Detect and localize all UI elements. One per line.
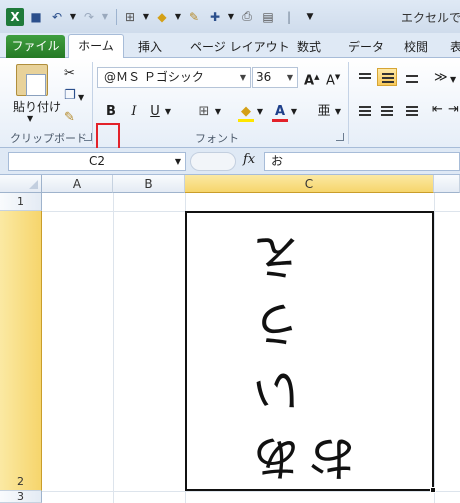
redo-icon[interactable]: ↷ bbox=[80, 8, 98, 26]
align-right-button[interactable] bbox=[402, 102, 422, 120]
align-middle-button[interactable] bbox=[377, 68, 397, 86]
row-header-3[interactable]: 3 bbox=[0, 491, 42, 503]
toolbar-separator bbox=[116, 8, 117, 25]
bold-button[interactable]: B bbox=[104, 102, 118, 122]
insert-icon[interactable]: ✚ bbox=[206, 8, 224, 26]
qat-separator-text: | bbox=[286, 9, 292, 24]
tab-insert[interactable]: 挿入 bbox=[138, 36, 162, 58]
row-header-2[interactable]: 2 bbox=[0, 211, 42, 491]
align-bottom-button[interactable] bbox=[402, 69, 422, 87]
font-name-value: @ＭＳ Ｐゴシック bbox=[104, 70, 204, 84]
formula-bar: C2 ▼ fx お bbox=[0, 148, 460, 175]
worksheet-grid[interactable]: A B C 1 2 3 あいうえお bbox=[0, 175, 460, 503]
align-left-button[interactable] bbox=[355, 102, 375, 120]
quick-print-icon[interactable]: ▤ bbox=[259, 8, 277, 26]
gridline bbox=[113, 193, 114, 503]
name-box-value: C2 bbox=[88, 154, 105, 168]
excel-logo-icon: X bbox=[6, 7, 24, 26]
name-box-dropdown-icon[interactable]: ▼ bbox=[175, 153, 181, 170]
font-launcher-icon[interactable] bbox=[336, 133, 344, 141]
redo-dropdown-icon[interactable]: ▼ bbox=[101, 8, 109, 26]
font-size-dropdown-icon[interactable]: ▼ bbox=[287, 68, 293, 87]
format-painter-icon[interactable]: ✎ bbox=[185, 8, 203, 26]
tab-view[interactable]: 表 bbox=[450, 36, 460, 58]
insert-function-icon[interactable]: fx bbox=[243, 152, 255, 167]
column-header-c[interactable]: C bbox=[185, 175, 434, 193]
undo-dropdown-icon[interactable]: ▼ bbox=[69, 8, 77, 26]
font-name-combobox[interactable]: @ＭＳ Ｐゴシック ▼ bbox=[97, 67, 251, 88]
underline-dropdown-icon[interactable]: ▼ bbox=[163, 102, 173, 122]
clipboard-launcher-icon[interactable] bbox=[84, 133, 92, 141]
window-title: エクセルで18 bbox=[401, 11, 460, 25]
fill-color-icon[interactable]: ◆ bbox=[153, 8, 171, 26]
tab-data[interactable]: データ bbox=[348, 36, 384, 58]
format-painter-icon[interactable]: ✎ bbox=[64, 110, 75, 126]
row-header-1[interactable]: 1 bbox=[0, 193, 42, 211]
align-top-button[interactable] bbox=[355, 69, 375, 87]
column-header-b[interactable]: B bbox=[113, 175, 185, 193]
quick-access-toolbar: X ■ ↶ ▼ ↷ ▼ ⊞ ▼ ◆ ▼ ✎ ✚ ▼ ⎙ ▤ | ▼ エクセルで1… bbox=[0, 0, 460, 33]
undo-icon[interactable]: ↶ bbox=[48, 8, 66, 26]
font-color-dropdown-icon[interactable]: ▼ bbox=[289, 102, 299, 122]
column-header-a[interactable]: A bbox=[42, 175, 113, 193]
font-size-value: 36 bbox=[256, 70, 272, 84]
paste-icon[interactable] bbox=[16, 64, 48, 96]
font-size-combobox[interactable]: 36 ▼ bbox=[252, 67, 298, 88]
orientation-icon[interactable]: ≫ bbox=[434, 70, 448, 86]
copy-icon[interactable]: ❐ bbox=[64, 88, 76, 104]
fill-color-dropdown-icon[interactable]: ▼ bbox=[174, 8, 182, 26]
paste-dropdown-icon[interactable]: ▼ bbox=[27, 114, 33, 123]
italic-button[interactable]: I bbox=[127, 102, 141, 122]
copy-dropdown-icon[interactable]: ▼ bbox=[78, 90, 84, 106]
align-center-button[interactable] bbox=[377, 102, 397, 120]
gridline bbox=[42, 491, 460, 492]
cell-c2-text: あいうえお bbox=[253, 215, 366, 483]
formula-bar-divider[interactable] bbox=[190, 152, 236, 171]
fill-color-dropdown-icon[interactable]: ▼ bbox=[255, 102, 265, 122]
tab-home[interactable]: ホーム bbox=[68, 34, 124, 59]
orientation-dropdown-icon[interactable]: ▼ bbox=[450, 72, 456, 88]
fill-color-icon[interactable]: ◆ bbox=[238, 102, 254, 122]
column-header-d[interactable] bbox=[434, 175, 460, 193]
shrink-font-icon[interactable]: A▼ bbox=[326, 69, 340, 89]
name-box[interactable]: C2 ▼ bbox=[8, 152, 186, 171]
fill-handle[interactable] bbox=[430, 487, 436, 493]
print-preview-icon[interactable]: ⎙ bbox=[238, 8, 256, 26]
tab-review[interactable]: 校閲 bbox=[404, 36, 428, 58]
group-separator bbox=[348, 62, 349, 144]
select-all-corner[interactable] bbox=[0, 175, 42, 193]
phonetic-dropdown-icon[interactable]: ▼ bbox=[333, 102, 343, 122]
font-group-label: フォント bbox=[195, 132, 239, 145]
borders-dropdown-icon[interactable]: ▼ bbox=[142, 8, 150, 26]
increase-indent-icon[interactable]: ⇥ bbox=[448, 102, 459, 118]
clipboard-group-label: クリップボード bbox=[10, 132, 87, 145]
selected-cell-c2[interactable]: あいうえお bbox=[185, 211, 434, 491]
insert-dropdown-icon[interactable]: ▼ bbox=[227, 8, 235, 26]
font-color-icon[interactable]: A bbox=[272, 102, 288, 122]
paste-button-label[interactable]: 貼り付け bbox=[13, 98, 61, 115]
ribbon-home: 貼り付け ▼ ✂ ❐ ▼ ✎ クリップボード @ＭＳ Ｐゴシック ▼ 36 ▼ … bbox=[0, 58, 460, 153]
tab-file[interactable]: ファイル bbox=[6, 35, 65, 58]
tab-page-layout[interactable]: ページ レイアウト bbox=[190, 36, 290, 58]
gridline bbox=[434, 193, 435, 503]
grow-font-icon[interactable]: A▲ bbox=[304, 69, 319, 89]
font-name-dropdown-icon[interactable]: ▼ bbox=[240, 68, 246, 87]
borders-dropdown-icon[interactable]: ▼ bbox=[213, 102, 223, 122]
underline-button[interactable]: U bbox=[148, 102, 162, 122]
save-icon[interactable]: ■ bbox=[27, 8, 45, 26]
group-separator bbox=[92, 62, 93, 144]
tab-formulas[interactable]: 数式 bbox=[297, 36, 321, 58]
decrease-indent-icon[interactable]: ⇤ bbox=[432, 102, 443, 118]
customize-qat-icon[interactable]: ▼ bbox=[301, 8, 319, 26]
cut-icon[interactable]: ✂ bbox=[64, 66, 75, 82]
borders-icon[interactable]: ⊞ bbox=[196, 102, 212, 122]
phonetic-guide-icon[interactable]: 亜 bbox=[316, 102, 332, 122]
formula-input[interactable]: お bbox=[264, 152, 460, 171]
borders-icon[interactable]: ⊞ bbox=[121, 8, 139, 26]
ribbon-tabs: ファイル ホーム 挿入 ページ レイアウト 数式 データ 校閲 表 bbox=[0, 33, 460, 59]
